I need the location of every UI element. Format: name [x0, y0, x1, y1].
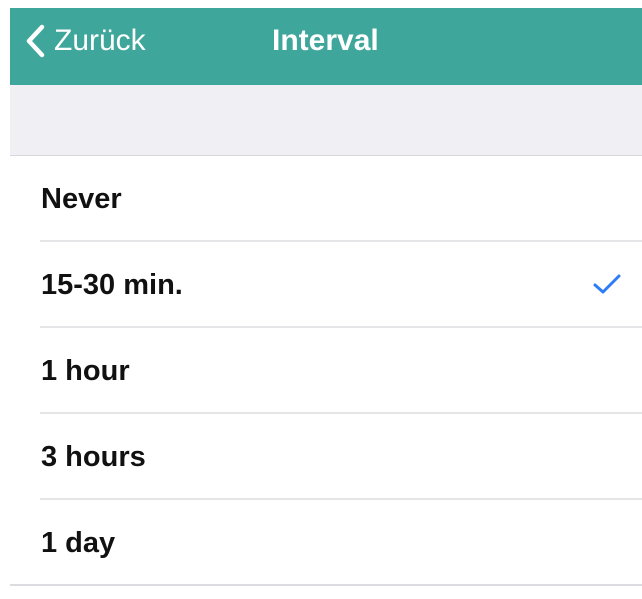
interval-options-list: Never 15-30 min. 1 hour 3 hours 1 day: [10, 156, 642, 586]
interval-option-label: Never: [41, 182, 122, 215]
section-header: [10, 85, 642, 156]
page-title: Interval: [272, 24, 379, 57]
checkmark-icon: [593, 274, 621, 294]
chevron-left-icon: [26, 24, 45, 58]
interval-option-label: 15-30 min.: [41, 268, 183, 301]
interval-option-1-hour[interactable]: 1 hour: [10, 328, 642, 414]
interval-option-1-day[interactable]: 1 day: [10, 500, 642, 586]
interval-option-3-hours[interactable]: 3 hours: [10, 414, 642, 500]
interval-option-label: 1 hour: [41, 354, 130, 387]
screen: Zurück Interval Never 15-30 min. 1 hour …: [0, 0, 642, 599]
back-button-label: Zurück: [54, 24, 146, 57]
interval-option-label: 1 day: [41, 526, 116, 559]
interval-option-15-30-min[interactable]: 15-30 min.: [10, 242, 642, 328]
navigation-bar: Zurück Interval: [10, 8, 642, 85]
back-button[interactable]: Zurück: [24, 8, 146, 74]
interval-option-never[interactable]: Never: [10, 156, 642, 242]
interval-option-label: 3 hours: [41, 440, 146, 473]
